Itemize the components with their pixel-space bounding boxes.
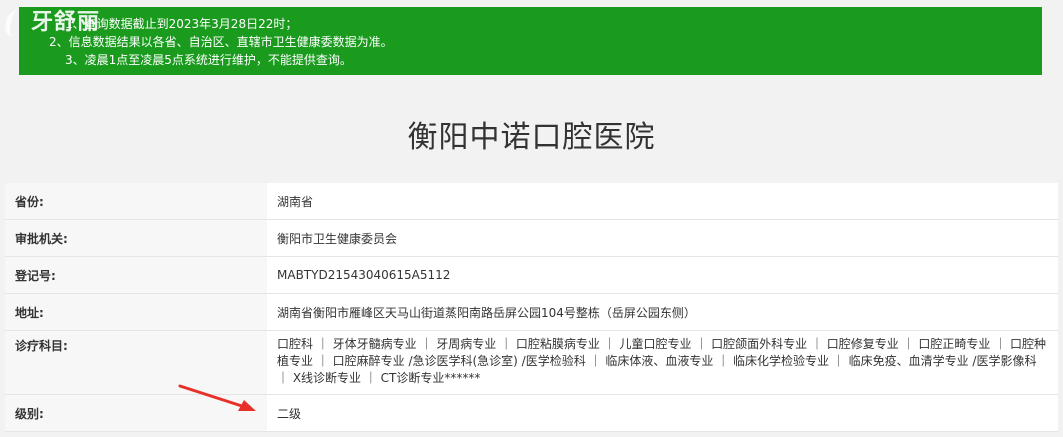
row-value: 二级	[277, 406, 302, 421]
watermark-text: 牙舒丽	[31, 9, 101, 35]
table-row-authority: 审批机关: 衡阳市卫生健康委员会	[5, 220, 1058, 257]
table-row-province: 省份: 湖南省	[5, 183, 1058, 220]
row-value: 衡阳市卫生健康委员会	[277, 231, 398, 246]
table-row-departments: 诊疗科目: 口腔科 ｜ 牙体牙髓病专业 ｜ 牙周病专业 ｜ 口腔粘膜病专业 ｜ …	[5, 331, 1058, 395]
row-label: 地址:	[5, 294, 267, 330]
row-label: 省份:	[5, 183, 267, 219]
watermark-logo: 牙舒丽	[3, 4, 101, 36]
info-table: 省份: 湖南省 审批机关: 衡阳市卫生健康委员会 登记号: MABTYD2154…	[5, 183, 1058, 432]
table-row-registration: 登记号: MABTYD21543040615A5112	[5, 257, 1058, 294]
page-title: 衡阳中诺口腔医院	[407, 120, 656, 155]
red-arrow-icon	[178, 384, 256, 411]
row-value: 口腔科 ｜ 牙体牙髓病专业 ｜ 牙周病专业 ｜ 口腔粘膜病专业 ｜ 儿童口腔专业…	[277, 337, 1047, 385]
row-value: MABTYD21543040615A5112	[277, 268, 451, 282]
row-label: 审批机关:	[5, 220, 267, 256]
table-row-address: 地址: 湖南省衡阳市雁峰区天马山街道蒸阳南路岳屏公园104号整栋（岳屏公园东侧）	[5, 294, 1058, 331]
notice-line-2: 2、信息数据结果以各省、自治区、直辖市卫生健康委数据为准。	[49, 35, 393, 49]
row-value: 湖南省衡阳市雁峰区天马山街道蒸阳南路岳屏公园104号整栋（岳屏公园东侧）	[277, 305, 696, 320]
notice-line-1: 1、查询数据截止到2023年3月28日22时；	[65, 17, 298, 31]
row-value: 湖南省	[277, 194, 314, 209]
row-label: 登记号:	[5, 257, 267, 293]
notice-line-3: 3、凌晨1点至凌晨5点系统进行维护，不能提供查询。	[65, 53, 352, 67]
table-row-level: 级别: 二级	[5, 395, 1058, 432]
watermark-mark-icon	[3, 10, 30, 36]
notice-banner: 1、查询数据截止到2023年3月28日22时； 2、信息数据结果以各省、自治区、…	[19, 7, 1042, 75]
